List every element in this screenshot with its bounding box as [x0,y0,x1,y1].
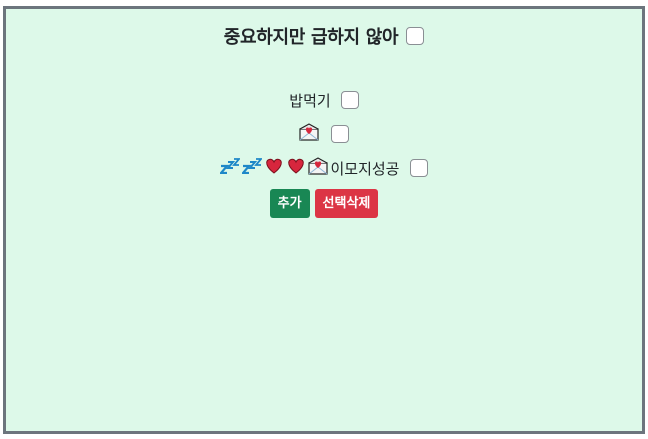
heart-icon [286,158,306,178]
list-item: 밥먹기 [6,83,642,117]
todo-list: 밥먹기 이모지성공 [6,83,642,185]
header: 중요하지만 급하지 않아 [6,23,642,49]
todo-checkbox[interactable] [409,159,428,177]
todo-text: 이모지성공 [219,157,400,179]
todo-label: 밥먹기 [289,91,331,110]
todo-text: 밥먹기 [289,90,330,111]
envelope-heart-icon [308,157,329,179]
zzz-icon [241,158,264,178]
list-item: 이모지성공 [6,151,642,185]
todo-checkbox[interactable] [331,125,349,143]
todo-label: 이모지성공 [330,159,400,178]
zzz-icon [219,158,242,178]
action-buttons: 추가 선택삭제 [6,189,642,218]
todo-checkbox[interactable] [340,91,359,109]
todo-panel: 중요하지만 급하지 않아 밥먹기 이모지성공 추가 선택삭제 [3,6,645,434]
list-item [6,117,642,151]
title-checkbox[interactable] [406,27,425,45]
todo-text [299,123,321,145]
add-button[interactable]: 추가 [269,189,310,218]
heart-icon [264,158,284,178]
page-title: 중요하지만 급하지 않아 [223,27,399,48]
delete-selected-button[interactable]: 선택삭제 [314,189,379,218]
envelope-heart-icon [299,123,319,145]
